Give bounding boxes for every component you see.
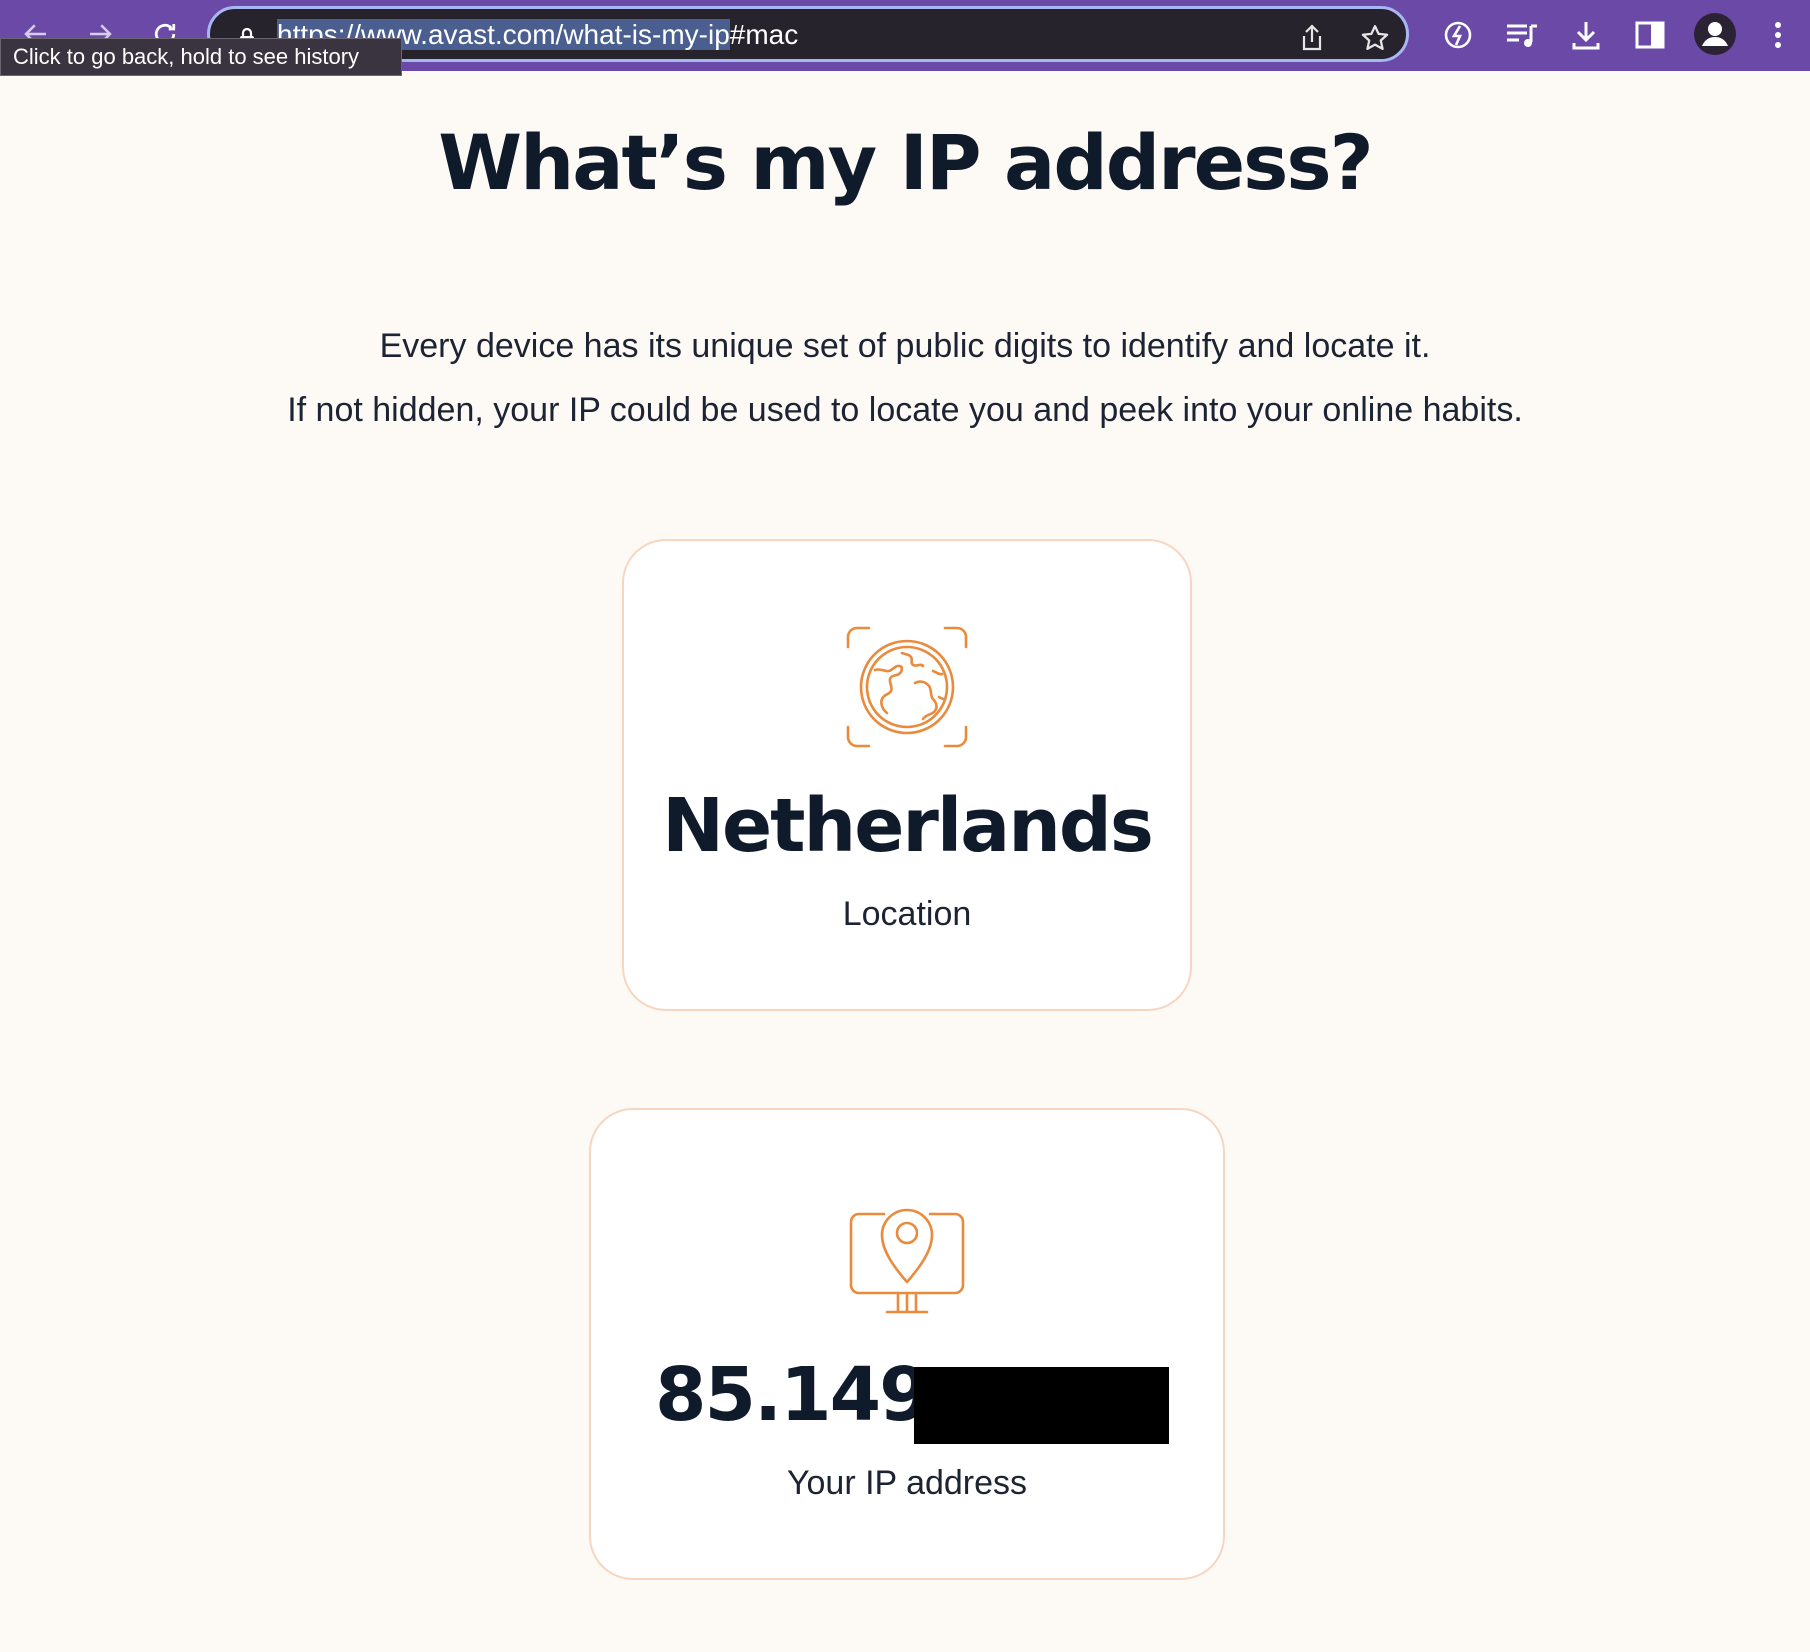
- url-fragment: #mac: [729, 19, 799, 50]
- reading-list-button[interactable]: [1502, 15, 1542, 55]
- bookmark-button[interactable]: [1358, 21, 1392, 55]
- browser-menu-button[interactable]: [1758, 15, 1798, 55]
- side-panel-button[interactable]: [1630, 15, 1670, 55]
- share-icon: [1302, 24, 1322, 51]
- page-title: What’s my IP address?: [438, 118, 1373, 207]
- ip-address-card: 85.149. Your IP address: [589, 1108, 1225, 1580]
- location-card: Netherlands Location: [622, 539, 1192, 1011]
- star-icon: [1361, 25, 1389, 50]
- location-pin-monitor-icon: [847, 1184, 967, 1322]
- location-value: Netherlands: [662, 783, 1154, 869]
- more-vert-icon: [1775, 22, 1781, 48]
- extension-icon: [1444, 21, 1472, 49]
- globe-icon: [845, 625, 969, 753]
- intro-line-1: Every device has its unique set of publi…: [379, 327, 1431, 365]
- reading-list-icon: [1507, 24, 1537, 47]
- download-icon: [1572, 22, 1600, 50]
- ip-address-label: Your IP address: [786, 1464, 1028, 1502]
- ip-address-value: 85.149.: [655, 1352, 957, 1438]
- side-panel-icon: [1635, 21, 1665, 49]
- profile-button[interactable]: [1693, 12, 1737, 56]
- extension-button[interactable]: [1438, 15, 1478, 55]
- share-button[interactable]: [1295, 21, 1329, 55]
- location-label: Location: [842, 895, 972, 933]
- intro-line-2: If not hidden, your IP could be used to …: [287, 391, 1523, 429]
- back-button-tooltip: Click to go back, hold to see history: [0, 38, 402, 76]
- downloads-button[interactable]: [1566, 15, 1606, 55]
- ip-redaction-block: [914, 1367, 1169, 1444]
- profile-icon: [1694, 13, 1736, 55]
